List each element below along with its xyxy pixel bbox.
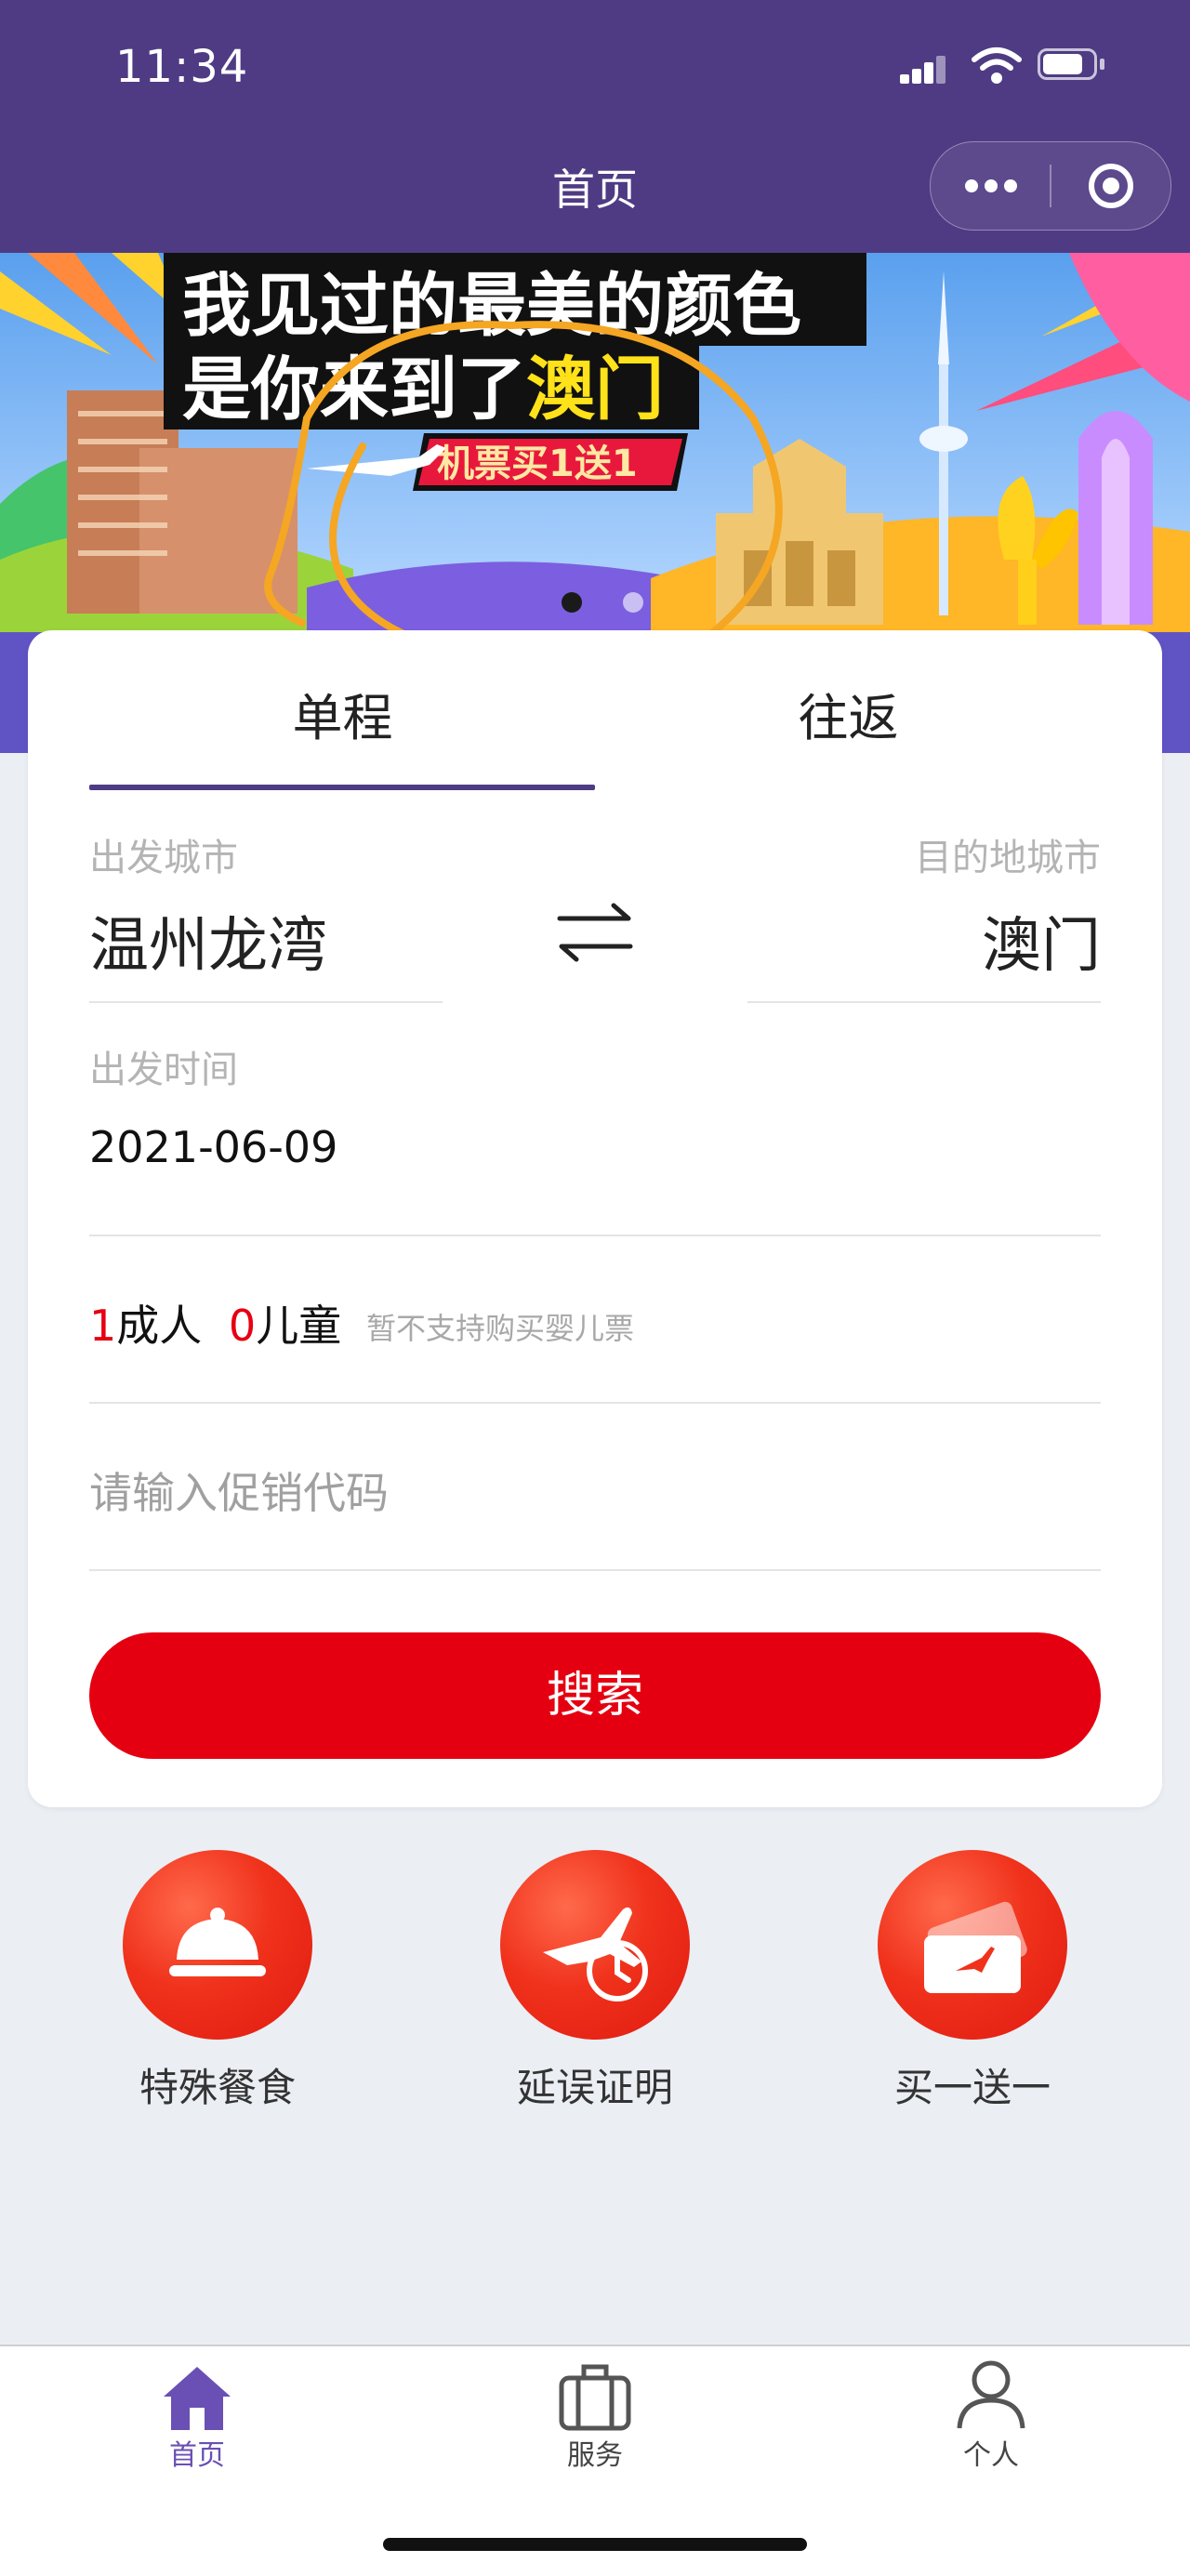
- tab-one-way[interactable]: 单程: [89, 677, 596, 750]
- passenger-underline: [89, 1402, 1101, 1404]
- active-tab-indicator: [89, 785, 595, 790]
- home-indicator: [383, 2538, 807, 2551]
- mini-program-capsule: [930, 141, 1171, 231]
- passenger-selector[interactable]: 1成人 0儿童: [89, 1292, 341, 1354]
- more-dots-icon: [965, 179, 1017, 192]
- departure-city[interactable]: 温州龙湾: [89, 898, 327, 984]
- adults-count: 1: [89, 1301, 117, 1351]
- service-delay-proof[interactable]: 延误证明: [456, 1850, 734, 2110]
- user-icon: [957, 2360, 1025, 2429]
- destination-label: 目的地城市: [915, 837, 1101, 879]
- tabbar-label: 首页: [169, 2439, 225, 2472]
- search-button[interactable]: 搜索: [89, 1632, 1101, 1759]
- departure-label: 出发城市: [89, 837, 238, 879]
- infant-note: 暂不支持购买婴儿票: [366, 1311, 635, 1346]
- promo-underline: [89, 1569, 1101, 1571]
- service-special-meal[interactable]: 特殊餐食: [78, 1850, 357, 2110]
- children-count: 0: [228, 1301, 257, 1351]
- service-label: 买一送一: [893, 2065, 1051, 2110]
- service-buy-one-get-one[interactable]: 买一送一: [833, 1850, 1112, 2110]
- home-icon: [164, 2367, 231, 2430]
- departure-underline: [89, 1001, 443, 1003]
- ticket-icon: [878, 1850, 1067, 2040]
- status-time: 11:34: [115, 41, 249, 93]
- booking-card: [28, 630, 1162, 1807]
- tabbar-item-service[interactable]: 服务: [502, 2352, 688, 2473]
- close-button[interactable]: [1051, 142, 1170, 230]
- tab-round-trip[interactable]: 往返: [595, 677, 1102, 750]
- children-label: 儿童: [256, 1301, 342, 1351]
- destination-underline: [747, 1001, 1101, 1003]
- tabbar-item-home[interactable]: 首页: [104, 2352, 290, 2473]
- tabbar-label: 个人: [963, 2439, 1019, 2472]
- tabbar-item-profile[interactable]: 个人: [898, 2352, 1084, 2473]
- wifi-icon: [972, 47, 1022, 84]
- adults-label: 成人: [116, 1301, 203, 1351]
- swap-icon[interactable]: [550, 900, 640, 965]
- date-underline: [89, 1235, 1101, 1236]
- date-field[interactable]: 2021-06-09: [89, 1122, 337, 1172]
- destination-city[interactable]: 澳门: [982, 898, 1101, 984]
- more-button[interactable]: [931, 142, 1050, 230]
- target-icon: [1089, 164, 1133, 208]
- service-label: 延误证明: [516, 2065, 673, 2110]
- tabbar-label: 服务: [567, 2439, 623, 2472]
- luggage-icon: [559, 2364, 631, 2431]
- plane-clock-icon: [500, 1850, 690, 2040]
- date-label: 出发时间: [89, 1049, 238, 1091]
- promo-code-input[interactable]: 请输入促销代码: [89, 1460, 1101, 1521]
- service-label: 特殊餐食: [139, 2065, 296, 2110]
- signal-icon: [900, 54, 946, 84]
- cloche-icon: [123, 1850, 312, 2040]
- battery-icon: [1038, 48, 1106, 82]
